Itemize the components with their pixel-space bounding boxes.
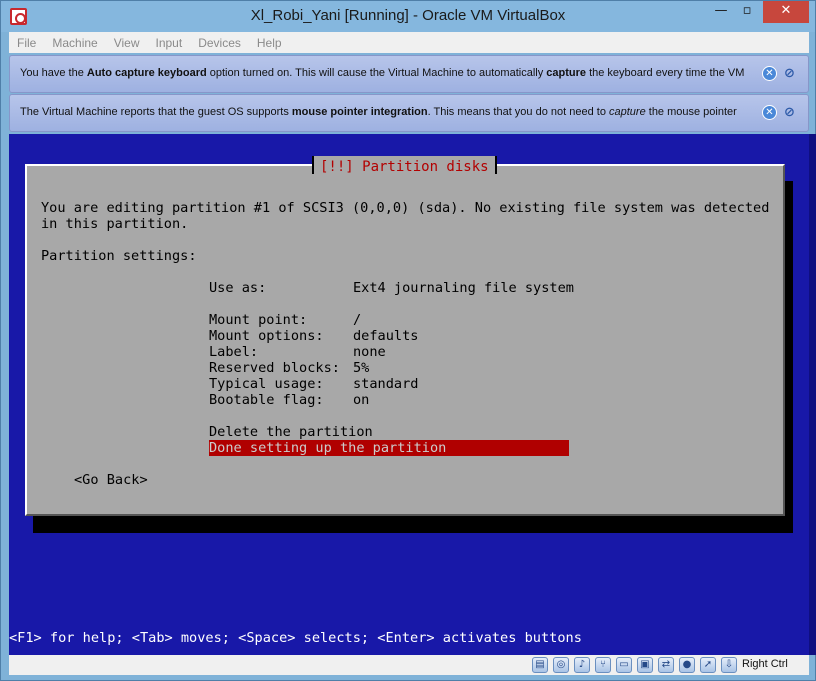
mouse-notice-text: The Virtual Machine reports that the gue…: [20, 106, 755, 118]
hard-disk-icon[interactable]: ▤: [532, 657, 548, 673]
installer-help-line: <F1> for help; <Tab> moves; <Space> sele…: [9, 630, 582, 646]
menu-machine[interactable]: Machine: [44, 33, 105, 54]
setting-label-mount-point[interactable]: Mount point:: [209, 312, 307, 328]
setting-label-reserved-blocks[interactable]: Reserved blocks:: [209, 360, 340, 376]
setting-label-use-as[interactable]: Use as:: [209, 280, 266, 296]
notice-text-bold: Auto capture keyboard: [86, 67, 207, 79]
usb-icon[interactable]: ⑂: [595, 657, 611, 673]
notice-text-part: the keyboard every time the VM: [586, 67, 745, 79]
notice-text-part: . This means that you do not need to: [427, 106, 609, 118]
setting-value-typical-usage[interactable]: standard: [353, 376, 418, 392]
optical-drive-icon[interactable]: ◎: [553, 657, 569, 673]
notice-text-part: option turned on. This will cause the Vi…: [206, 67, 547, 79]
dialog-title-box: [!!] Partition disks: [312, 156, 497, 175]
close-notice-icon[interactable]: ✕: [762, 105, 777, 120]
setting-label-label[interactable]: Label:: [209, 344, 258, 360]
display-icon[interactable]: ▣: [637, 657, 653, 673]
setting-value-mount-point[interactable]: /: [353, 312, 361, 328]
setting-value-label[interactable]: none: [353, 344, 386, 360]
vm-display-edge: [809, 134, 816, 655]
menu-view[interactable]: View: [106, 33, 148, 54]
title-bar[interactable]: Xl_Robi_Yani [Running] - Oracle VM Virtu…: [1, 1, 815, 32]
intro-line-1: You are editing partition #1 of SCSI3 (0…: [41, 200, 770, 216]
menu-bar: File Machine View Input Devices Help: [9, 32, 809, 53]
notice-text-part: You have the: [20, 67, 87, 79]
setting-label-mount-options[interactable]: Mount options:: [209, 328, 324, 344]
network-icon[interactable]: ⇄: [658, 657, 674, 673]
host-key-label: Right Ctrl: [742, 658, 788, 670]
delete-partition-option[interactable]: Delete the partition: [209, 424, 373, 440]
window-title: Xl_Robi_Yani [Running] - Oracle VM Virtu…: [250, 7, 566, 24]
setting-value-reserved-blocks[interactable]: 5%: [353, 360, 369, 376]
partition-settings-label: Partition settings:: [41, 248, 197, 264]
minimize-button[interactable]: —: [708, 1, 734, 23]
dialog-title: [!!] Partition disks: [320, 159, 489, 175]
go-back-button[interactable]: <Go Back>: [74, 472, 148, 488]
shared-folders-icon[interactable]: ▭: [616, 657, 632, 673]
close-notice-icon[interactable]: ✕: [762, 66, 777, 81]
mouse-integration-icon[interactable]: ➚: [700, 657, 716, 673]
status-bar: ▤ ◎ ♪ ⑂ ▭ ▣ ⇄ ● ➚ ⇩ Right Ctrl: [9, 655, 809, 675]
maximize-button[interactable]: ▫: [734, 1, 760, 23]
virtualbox-window: Xl_Robi_Yani [Running] - Oracle VM Virtu…: [0, 0, 816, 681]
setting-value-use-as[interactable]: Ext4 journaling file system: [353, 280, 574, 296]
keyboard-capture-notice: You have the Auto capture keyboard optio…: [9, 55, 809, 93]
vm-display[interactable]: [!!] Partition disks You are editing par…: [9, 134, 816, 655]
partition-disks-dialog: [!!] Partition disks You are editing par…: [25, 156, 785, 516]
mouse-integration-notice: The Virtual Machine reports that the gue…: [9, 94, 809, 132]
close-button[interactable]: ✕: [763, 1, 809, 23]
keyboard-notice-text: You have the Auto capture keyboard optio…: [20, 67, 755, 79]
setting-value-bootable-flag[interactable]: on: [353, 392, 369, 408]
keyboard-capture-icon[interactable]: ⇩: [721, 657, 737, 673]
menu-input[interactable]: Input: [148, 33, 191, 54]
setting-label-bootable-flag[interactable]: Bootable flag:: [209, 392, 324, 408]
dont-show-again-icon[interactable]: ⊘: [781, 105, 798, 121]
dont-show-again-icon[interactable]: ⊘: [781, 66, 798, 82]
done-setting-up-option[interactable]: Done setting up the partition: [209, 440, 569, 456]
video-capture-icon[interactable]: ●: [679, 657, 695, 673]
menu-devices[interactable]: Devices: [190, 33, 249, 54]
notice-text-part: The Virtual Machine reports that the gue…: [20, 106, 292, 118]
menu-file[interactable]: File: [9, 33, 44, 54]
setting-label-typical-usage[interactable]: Typical usage:: [209, 376, 324, 392]
audio-icon[interactable]: ♪: [574, 657, 590, 673]
notice-text-bold: mouse pointer integration: [291, 106, 428, 118]
notice-text-bold: capture: [546, 67, 587, 79]
setting-value-mount-options[interactable]: defaults: [353, 328, 418, 344]
notice-text-part: the mouse pointer: [645, 106, 737, 118]
menu-help[interactable]: Help: [249, 33, 290, 54]
intro-line-2: in this partition.: [41, 216, 189, 232]
notice-text-italic: capture: [609, 106, 646, 118]
